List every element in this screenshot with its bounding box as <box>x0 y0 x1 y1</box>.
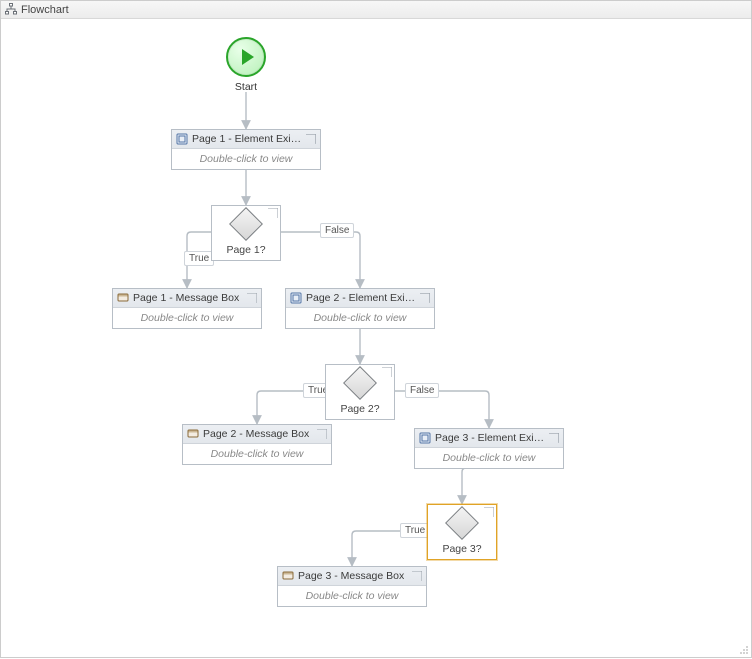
activity-title: Page 3 - Message Box <box>298 570 404 582</box>
expand-icon <box>317 429 327 439</box>
activity-title: Page 2 - Element Exists <box>306 292 416 304</box>
activity-title: Page 1 - Message Box <box>133 292 239 304</box>
decision-shape <box>212 206 280 242</box>
window-title: Flowchart <box>21 4 69 16</box>
edge-label-true: True <box>400 523 430 538</box>
activity-header: Page 3 - Element Exists <box>415 429 563 448</box>
expand-icon <box>306 134 316 144</box>
resize-grip-icon[interactable] <box>739 645 749 655</box>
start-label: Start <box>223 81 269 93</box>
activity-hint: Double-click to view <box>183 444 331 464</box>
activity-header: Page 1 - Element Exists <box>172 130 320 149</box>
window-titlebar: Flowchart <box>1 1 751 19</box>
message-box-icon <box>117 292 129 304</box>
expand-icon <box>247 293 257 303</box>
expand-icon <box>382 367 392 377</box>
decision-label: Page 3? <box>428 541 496 559</box>
activity-title: Page 2 - Message Box <box>203 428 309 440</box>
decision-label: Page 1? <box>212 242 280 260</box>
decision-page3[interactable]: Page 3? <box>427 504 497 560</box>
activity-title: Page 1 - Element Exists <box>192 133 302 145</box>
edge-label-true: True <box>184 251 214 266</box>
activity-page3-message-box[interactable]: Page 3 - Message Box Double-click to vie… <box>277 566 427 607</box>
activity-hint: Double-click to view <box>286 308 434 328</box>
flowchart-canvas[interactable]: True False True False True Start Page 1 … <box>1 19 751 657</box>
activity-page1-message-box[interactable]: Page 1 - Message Box Double-click to vie… <box>112 288 262 329</box>
diamond-icon <box>229 207 263 241</box>
expand-icon <box>484 507 494 517</box>
expand-icon <box>420 293 430 303</box>
activity-page1-element-exists[interactable]: Page 1 - Element Exists Double-click to … <box>171 129 321 170</box>
expand-icon <box>268 208 278 218</box>
element-exists-icon <box>290 292 302 304</box>
diamond-icon <box>343 366 377 400</box>
activity-hint: Double-click to view <box>113 308 261 328</box>
activity-title: Page 3 - Element Exists <box>435 432 545 444</box>
edge-label-false: False <box>320 223 354 238</box>
activity-header: Page 2 - Message Box <box>183 425 331 444</box>
message-box-icon <box>282 570 294 582</box>
decision-page1[interactable]: Page 1? <box>211 205 281 261</box>
activity-page2-element-exists[interactable]: Page 2 - Element Exists Double-click to … <box>285 288 435 329</box>
flowchart-designer-window: Flowchart <box>0 0 752 658</box>
activity-header: Page 2 - Element Exists <box>286 289 434 308</box>
activity-hint: Double-click to view <box>278 586 426 606</box>
element-exists-icon <box>176 133 188 145</box>
connectors-layer <box>1 19 752 659</box>
flowchart-icon <box>5 3 17 15</box>
message-box-icon <box>187 428 199 440</box>
element-exists-icon <box>419 432 431 444</box>
decision-shape <box>326 365 394 401</box>
activity-header: Page 1 - Message Box <box>113 289 261 308</box>
activity-header: Page 3 - Message Box <box>278 567 426 586</box>
activity-hint: Double-click to view <box>415 448 563 468</box>
decision-label: Page 2? <box>326 401 394 419</box>
activity-page2-message-box[interactable]: Page 2 - Message Box Double-click to vie… <box>182 424 332 465</box>
expand-icon <box>549 433 559 443</box>
diamond-icon <box>445 506 479 540</box>
expand-icon <box>412 571 422 581</box>
play-icon <box>226 37 266 77</box>
start-node[interactable]: Start <box>223 37 269 93</box>
edge-label-false: False <box>405 383 439 398</box>
decision-page2[interactable]: Page 2? <box>325 364 395 420</box>
decision-shape <box>428 505 496 541</box>
activity-page3-element-exists[interactable]: Page 3 - Element Exists Double-click to … <box>414 428 564 469</box>
activity-hint: Double-click to view <box>172 149 320 169</box>
